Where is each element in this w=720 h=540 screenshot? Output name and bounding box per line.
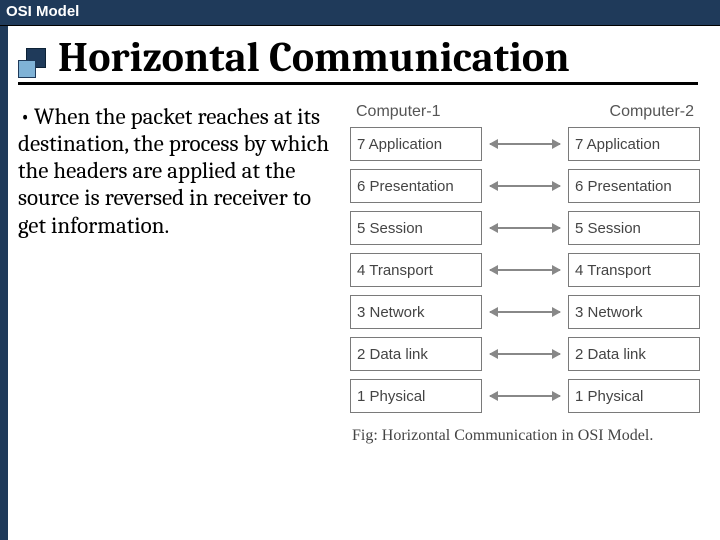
layer-box: 2 Data link bbox=[350, 337, 482, 371]
double-arrow-icon bbox=[490, 311, 560, 313]
bullet-dot-icon: • bbox=[20, 103, 34, 130]
left-stripe bbox=[0, 26, 8, 540]
osi-diagram: Computer-1 Computer-2 7 Application 6 Pr… bbox=[350, 103, 700, 445]
page-title: Horizontal Communication bbox=[58, 36, 570, 82]
title-bullet-icon bbox=[18, 48, 52, 78]
layer-box: 7 Application bbox=[568, 127, 700, 161]
layer-box: 7 Application bbox=[350, 127, 482, 161]
layer-box: 1 Physical bbox=[568, 379, 700, 413]
double-arrow-icon bbox=[490, 227, 560, 229]
layer-box: 3 Network bbox=[350, 295, 482, 329]
double-arrow-icon bbox=[490, 353, 560, 355]
right-column-header: Computer-2 bbox=[610, 103, 694, 121]
content-area: •When the packet reaches at its destinat… bbox=[18, 103, 712, 445]
layer-box: 6 Presentation bbox=[568, 169, 700, 203]
layer-box: 2 Data link bbox=[568, 337, 700, 371]
layer-box: 6 Presentation bbox=[350, 169, 482, 203]
double-arrow-icon bbox=[490, 185, 560, 187]
left-column-header: Computer-1 bbox=[356, 103, 440, 121]
bullet-text: When the packet reaches at its destinati… bbox=[18, 103, 329, 239]
diagram-stacks: 7 Application 6 Presentation 5 Session 4… bbox=[350, 127, 700, 413]
layer-box: 4 Transport bbox=[350, 253, 482, 287]
header-title: OSI Model bbox=[6, 3, 79, 20]
double-arrow-icon bbox=[490, 143, 560, 145]
left-stack: 7 Application 6 Presentation 5 Session 4… bbox=[350, 127, 482, 413]
layer-box: 4 Transport bbox=[568, 253, 700, 287]
bullet-paragraph: •When the packet reaches at its destinat… bbox=[18, 103, 350, 239]
double-arrow-icon bbox=[490, 269, 560, 271]
layer-box: 5 Session bbox=[568, 211, 700, 245]
diagram-column-headers: Computer-1 Computer-2 bbox=[356, 103, 694, 121]
slide-header: OSI Model bbox=[0, 0, 720, 26]
layer-box: 5 Session bbox=[350, 211, 482, 245]
title-row: Horizontal Communication bbox=[18, 36, 698, 85]
double-arrow-icon bbox=[490, 395, 560, 397]
arrow-column bbox=[488, 127, 562, 413]
layer-box: 1 Physical bbox=[350, 379, 482, 413]
right-stack: 7 Application 6 Presentation 5 Session 4… bbox=[568, 127, 700, 413]
diagram-caption: Fig: Horizontal Communication in OSI Mod… bbox=[350, 427, 700, 445]
layer-box: 3 Network bbox=[568, 295, 700, 329]
